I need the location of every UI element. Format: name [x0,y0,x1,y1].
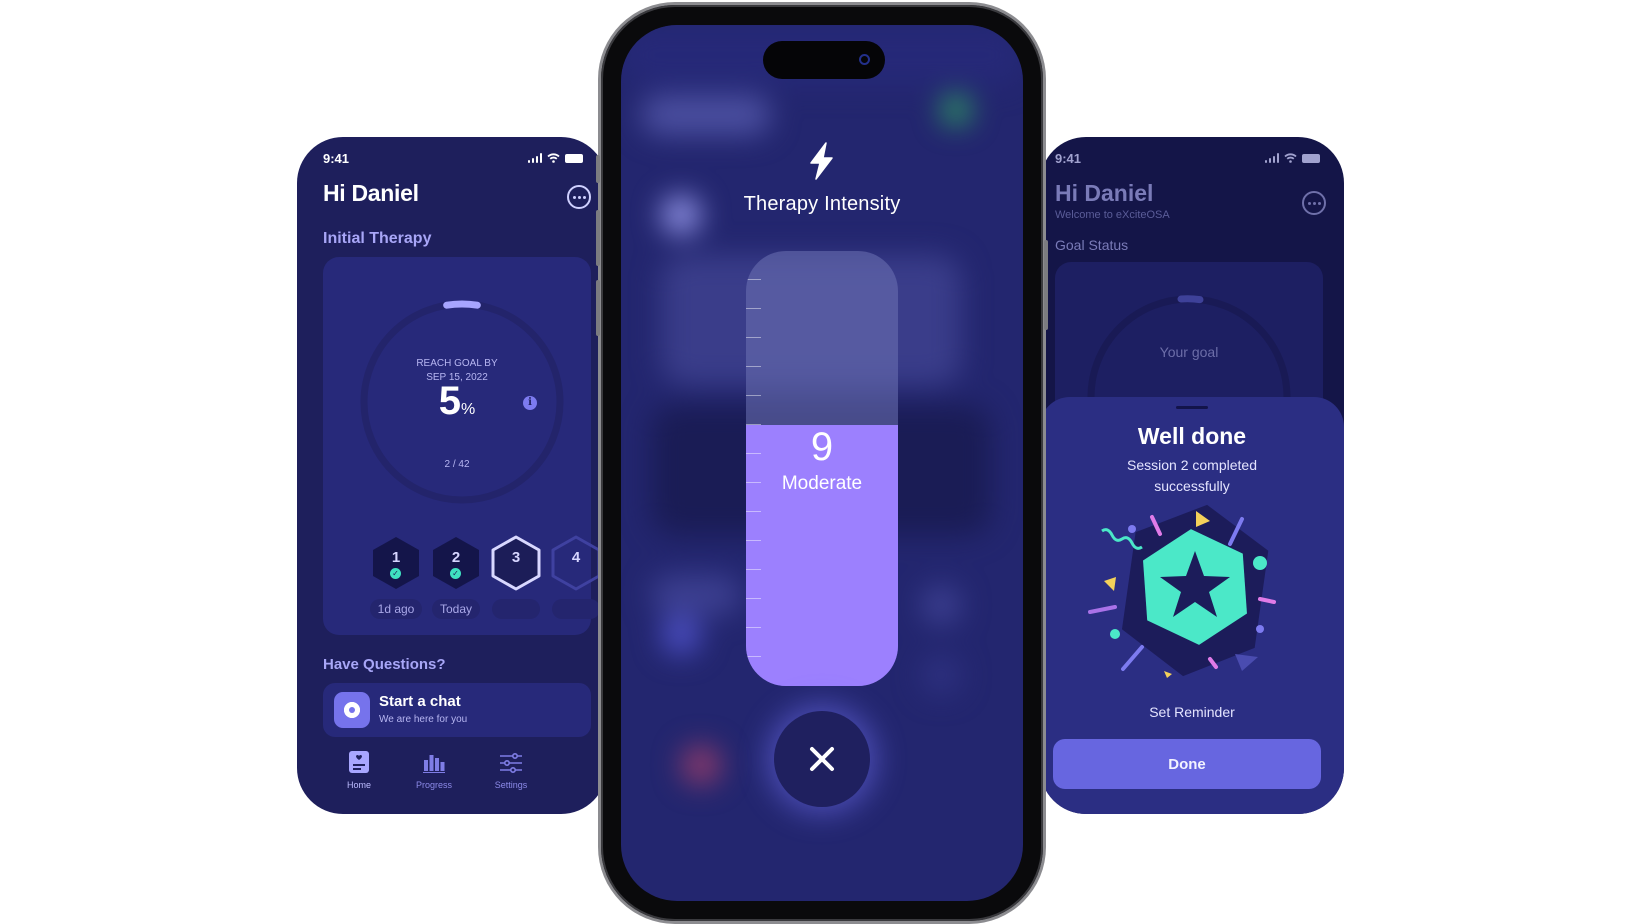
close-button[interactable] [774,711,870,807]
session-hexagon: 4 [550,535,602,591]
check-icon: ✓ [390,568,401,579]
your-goal-label: Your goal [1159,344,1219,360]
session-hexagon: 2 ✓ [430,535,482,591]
session-number: 1 [391,549,401,566]
slider-tick [746,627,761,628]
set-reminder-link[interactable]: Set Reminder [1040,704,1344,720]
status-bar: 9:41 [1055,149,1320,167]
chat-title: Start a chat [379,693,461,710]
section-title-have-questions: Have Questions? [323,656,446,673]
session-list: 1 ✓ 1d ago 2 ✓ Today 3 4 [368,535,601,625]
slider-tick [746,337,761,338]
session-hexagon: 3 [490,535,542,591]
sheet-drag-handle[interactable] [1176,406,1208,409]
center-phone-therapy-intensity-screen: Therapy Intensity 9 Moderate [596,5,1048,921]
battery-icon [565,153,583,163]
lightning-bolt-icon [810,142,833,180]
session-label [492,599,540,619]
session-label: 1d ago [369,599,423,619]
session-number: 3 [511,549,521,566]
more-options-button[interactable] [567,185,591,209]
sheet-message: Session 2 completed successfully [1127,457,1257,494]
intensity-label: Moderate [781,473,863,494]
tab-label: Progress [415,780,452,790]
camera-icon [859,54,870,65]
greeting-title: Hi Daniel [323,180,419,206]
session-number: 4 [571,549,581,566]
home-card-icon [349,751,369,773]
wifi-icon [1284,153,1297,163]
session-item[interactable]: 3 [488,535,544,624]
welcome-subtitle: Welcome to eXciteOSA [1055,209,1170,221]
chat-subtitle: We are here for you [379,714,468,725]
slider-tick [746,279,761,280]
greeting-title: Hi Daniel [1055,180,1154,206]
tab-home[interactable]: Home [327,749,391,790]
slider-tick [746,598,761,599]
session-item[interactable]: 2 ✓ Today [428,535,484,619]
bottom-tab-bar: Home Progress Settings [297,749,607,799]
phone-screen: Therapy Intensity 9 Moderate [621,25,1023,901]
start-chat-button[interactable]: Start a chat We are here for you [323,683,591,737]
left-phone-home-screen: 9:41 Hi Daniel Initial Therapy REACH GOA… [297,137,607,814]
well-done-bottom-sheet: Well done Session 2 completed successful… [1040,397,1344,814]
intensity-value: 9 [810,425,834,469]
slider-tick [746,656,761,657]
info-icon[interactable]: i [523,396,537,410]
tab-settings[interactable]: Settings [479,749,543,790]
slider-tick [746,511,761,512]
volume-down-button [596,280,600,336]
tab-progress[interactable]: Progress [402,749,466,790]
section-title-initial-therapy: Initial Therapy [323,230,432,247]
status-time: 9:41 [1055,150,1082,166]
done-button[interactable]: Done [1053,739,1321,789]
action-button [596,155,600,183]
intensity-slider[interactable]: 9 Moderate [746,251,898,686]
slider-tick [746,366,761,367]
slider-tick [746,540,761,541]
chat-bubble-icon [334,692,370,728]
session-item[interactable]: 4 [548,535,604,624]
session-item[interactable]: 1 ✓ 1d ago [368,535,424,619]
sliders-icon [500,753,522,773]
screen-title: Therapy Intensity [743,193,901,215]
tab-label: Home [346,780,371,790]
goal-progress-arc [443,300,481,309]
tab-label: Settings [494,780,528,790]
battery-icon [1302,153,1320,163]
signal-icon [527,153,542,163]
section-title-goal-status: Goal Status [1055,237,1129,253]
slider-tick [746,569,761,570]
session-hexagon: 1 ✓ [370,535,422,591]
signal-icon [1264,153,1279,163]
sheet-title: Well done [1137,423,1247,449]
check-icon: ✓ [450,568,461,579]
close-x-icon [810,747,834,771]
dynamic-island [763,41,885,79]
slider-tick [746,395,761,396]
volume-up-button [596,210,600,266]
bar-chart-icon [423,755,445,773]
session-count: 2 / 42 [444,459,470,470]
session-number: 2 [451,549,461,566]
status-time: 9:41 [323,150,350,166]
therapy-progress-card: REACH GOAL BY SEP 15, 2022 5% i 2 / 42 1… [323,257,601,635]
status-bar: 9:41 [323,149,583,167]
session-label: Today [431,599,481,619]
power-button [1044,240,1048,330]
right-phone-well-done-screen: 9:41 Hi Daniel Welcome to eXciteOSA Goal… [1040,137,1344,814]
more-options-button[interactable] [1302,191,1326,215]
goal-percent: 5% [438,379,476,423]
wifi-icon [547,153,560,163]
session-label [552,599,600,619]
slider-tick [746,308,761,309]
star-hexagon-badge-icon [1088,504,1276,678]
